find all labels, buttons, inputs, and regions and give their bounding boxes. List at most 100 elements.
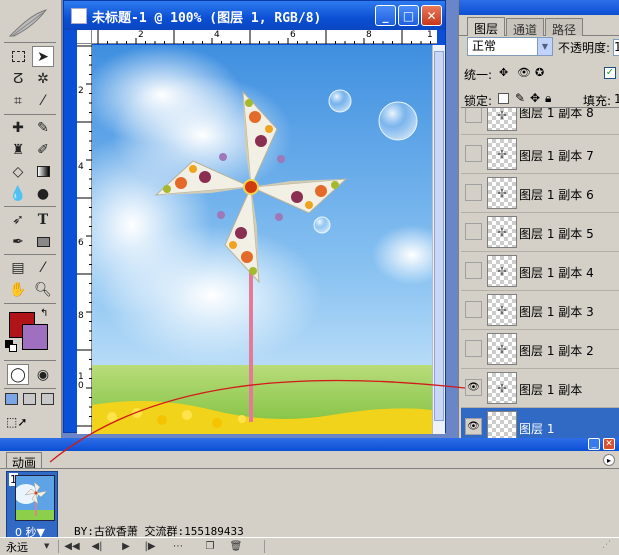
layer-row[interactable]: ✢ 图层 1 副本 6 xyxy=(461,174,619,213)
toolbar-divider xyxy=(264,540,265,553)
healing-brush-icon[interactable]: ✚ xyxy=(7,117,29,138)
standard-screen-mode-icon[interactable] xyxy=(5,393,18,405)
full-screen-mode-icon[interactable] xyxy=(41,393,54,405)
brush-icon[interactable]: ✎ xyxy=(32,117,54,138)
move-tool-icon[interactable]: ➤ xyxy=(32,46,54,67)
close-button[interactable]: ✕ xyxy=(421,5,442,26)
layer-row[interactable]: 👁︎ 图层 1 xyxy=(461,408,619,438)
palette-title-bar[interactable] xyxy=(459,0,619,15)
tools-palette: ➤ ⵒ ✲ ⌗ ⁄ ✚ ✎ ♜ ✐ ◇ 💧 ● ➶ T ✒ ▤ ⁄ ✋ 🔍︎ ↰… xyxy=(0,0,62,438)
layer-row[interactable]: ✢ 图层 1 副本 5 xyxy=(461,213,619,252)
unify-style-icon[interactable]: ✪ xyxy=(535,66,544,79)
lock-image-icon[interactable]: ✎ xyxy=(515,91,525,105)
layer-row[interactable]: 👁︎ ✢ 图层 1 副本 xyxy=(461,369,619,408)
zoom-icon[interactable]: 🔍︎ xyxy=(32,279,54,300)
ruler-corner[interactable] xyxy=(77,30,92,44)
jump-to-imageready-icon[interactable]: ⬚➚ xyxy=(6,415,34,431)
crop-icon[interactable]: ⌗ xyxy=(7,90,29,111)
background-color-swatch[interactable] xyxy=(22,324,48,350)
eye-icon[interactable]: 👁︎ xyxy=(465,379,482,396)
slice-icon[interactable]: ⁄ xyxy=(32,90,54,111)
vertical-ruler[interactable]: 2 4 6 8 10 xyxy=(77,44,92,434)
tools-divider xyxy=(4,42,56,43)
eraser-icon[interactable]: ◇ xyxy=(7,161,29,182)
image-canvas[interactable] xyxy=(92,45,432,434)
layer-row[interactable]: ✢ 图层 1 副本 4 xyxy=(461,252,619,291)
scrollbar-thumb[interactable] xyxy=(434,51,444,421)
document-icon xyxy=(71,8,87,24)
path-selection-icon[interactable]: ➶ xyxy=(7,209,29,230)
blur-icon[interactable]: 💧 xyxy=(7,183,29,204)
first-frame-icon[interactable]: ◀◀ xyxy=(64,540,80,553)
layer-row[interactable]: ✢ 图层 1 副本 8 xyxy=(461,108,619,135)
close-button[interactable]: ✕ xyxy=(603,438,615,450)
layer-name: 图层 1 副本 7 xyxy=(519,149,594,163)
full-screen-menu-mode-icon[interactable] xyxy=(23,393,36,405)
next-frame-icon[interactable]: |▶ xyxy=(142,540,158,553)
tab-paths[interactable]: 路径 xyxy=(545,18,584,37)
duplicate-frame-icon[interactable]: ❐ xyxy=(202,540,218,553)
layer-row[interactable]: ✢ 图层 1 副本 2 xyxy=(461,330,619,369)
animation-palette: _ ✕ 动画 ▸ 1 0 秒▼ BY:古欲香萧 交流群:155189433 永远… xyxy=(0,438,619,555)
lasso-icon[interactable]: ⵒ xyxy=(7,68,29,89)
resize-grip-icon[interactable]: ⋰ xyxy=(602,540,616,554)
previous-frame-icon[interactable]: ◀| xyxy=(89,540,105,553)
document-window: 未标题-1 @ 100% (图层 1, RGB/8) _ □ ✕ 2 4 6 8… xyxy=(63,0,446,434)
layer-thumbnail xyxy=(487,411,517,438)
opacity-label: 不透明度: xyxy=(558,41,611,55)
dodge-icon[interactable]: ● xyxy=(32,183,54,204)
horizontal-ruler[interactable]: 2 4 6 8 1 xyxy=(92,30,437,44)
quick-mask-icon[interactable]: ◉ xyxy=(32,364,54,385)
visibility-toggle[interactable] xyxy=(465,184,482,201)
document-title-bar[interactable]: 未标题-1 @ 100% (图层 1, RGB/8) _ □ ✕ xyxy=(64,1,445,30)
lock-all-icon[interactable]: 🔒︎ xyxy=(545,91,551,106)
layer-thumbnail: ✢ xyxy=(487,138,517,170)
clone-stamp-icon[interactable]: ♜ xyxy=(7,139,29,160)
standard-mode-icon[interactable]: ◯ xyxy=(7,364,29,385)
layer-row[interactable]: ✢ 图层 1 副本 7 xyxy=(461,135,619,174)
visibility-toggle[interactable] xyxy=(465,262,482,279)
play-icon[interactable]: ▶ xyxy=(118,540,134,553)
swap-colors-icon[interactable]: ↰ xyxy=(40,308,48,319)
maximize-button[interactable]: □ xyxy=(398,5,419,26)
tab-layers[interactable]: 图层 xyxy=(467,17,506,36)
vertical-scrollbar[interactable] xyxy=(432,45,445,434)
rectangle-shape-icon[interactable] xyxy=(32,231,54,252)
fill-field[interactable]: 1 xyxy=(614,92,619,106)
tab-animation[interactable]: 动画 xyxy=(6,452,43,470)
visibility-toggle[interactable] xyxy=(465,145,482,162)
minimize-button[interactable]: _ xyxy=(588,438,600,450)
visibility-toggle[interactable] xyxy=(465,340,482,357)
palette-menu-icon[interactable]: ▸ xyxy=(603,454,615,466)
lock-transparency-icon[interactable] xyxy=(498,93,509,104)
propagate-frame-checkbox[interactable]: ✓ xyxy=(604,67,616,79)
default-colors-icon[interactable] xyxy=(5,340,17,352)
history-brush-icon[interactable]: ✐ xyxy=(32,139,54,160)
layer-row[interactable]: ✢ 图层 1 副本 3 xyxy=(461,291,619,330)
visibility-toggle[interactable] xyxy=(465,223,482,240)
delete-frame-icon[interactable]: 🗑︎ xyxy=(228,540,244,553)
tab-channels[interactable]: 通道 xyxy=(506,18,545,37)
opacity-field[interactable]: 1 xyxy=(613,39,619,56)
rectangular-marquee-icon[interactable] xyxy=(7,46,29,67)
eye-icon[interactable]: 👁︎ xyxy=(465,418,482,435)
visibility-toggle[interactable] xyxy=(465,301,482,318)
notes-icon[interactable]: ▤ xyxy=(7,257,29,278)
hand-icon[interactable]: ✋ xyxy=(7,279,29,300)
ruler-label: 6 xyxy=(78,238,84,248)
minimize-button[interactable]: _ xyxy=(375,5,396,26)
visibility-toggle[interactable] xyxy=(465,108,482,123)
blend-mode-select[interactable]: 正常 ▼ xyxy=(467,37,553,56)
lock-position-icon[interactable]: ✥ xyxy=(530,91,540,105)
tween-icon[interactable]: ⋯ xyxy=(170,540,186,553)
unify-visibility-icon[interactable]: 👁︎ xyxy=(517,66,531,79)
gradient-icon[interactable] xyxy=(32,161,54,182)
unify-position-icon[interactable]: ✥ xyxy=(499,66,508,79)
type-tool-icon[interactable]: T xyxy=(32,209,54,230)
animation-frame[interactable]: 1 0 秒▼ xyxy=(6,471,58,547)
eyedropper-icon[interactable]: ⁄ xyxy=(32,257,54,278)
palette-title-bar[interactable]: _ ✕ xyxy=(0,438,619,451)
palette-tabs: 图层 通道 路径 xyxy=(459,0,619,37)
magic-wand-icon[interactable]: ✲ xyxy=(32,68,54,89)
pen-icon[interactable]: ✒ xyxy=(7,231,29,252)
